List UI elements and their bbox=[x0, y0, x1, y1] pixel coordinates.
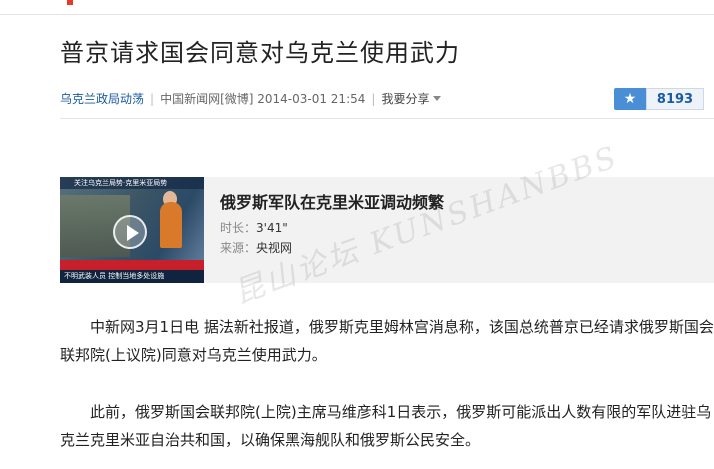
share-button[interactable]: 我要分享 bbox=[381, 92, 442, 106]
thumbnail-caption: 不明武装人员 控制当地多处设施 bbox=[60, 270, 204, 283]
share-label: 我要分享 bbox=[381, 92, 430, 106]
top-strip bbox=[0, 0, 714, 16]
play-icon[interactable] bbox=[113, 215, 147, 249]
video-title[interactable]: 俄罗斯军队在克里米亚调动频繁 bbox=[220, 189, 444, 213]
source-and-date: 中国新闻网[微博] 2014-03-01 21:54 bbox=[160, 92, 366, 106]
duration-value: 3'41" bbox=[256, 221, 288, 235]
chevron-down-icon bbox=[433, 96, 442, 101]
page-title: 普京请求国会同意对乌克兰使用武力 bbox=[60, 39, 460, 67]
video-source: 来源：央视网 bbox=[220, 239, 292, 256]
source-value: 央视网 bbox=[256, 241, 293, 255]
article-meta: 乌克兰政局动荡 | 中国新闻网[微博] 2014-03-01 21:54 | 我要分享 bbox=[60, 90, 442, 107]
meta-separator: | bbox=[150, 92, 155, 106]
article-paragraph-2: 此前，俄罗斯国会联邦院(上院)主席马维彦科1日表示，俄罗斯可能派出人数有限的军队… bbox=[60, 398, 714, 454]
duration-label: 时长： bbox=[220, 221, 257, 235]
paragraph-text: 此前，俄罗斯国会联邦院(上院)主席马维彦科1日表示，俄罗斯可能派出人数有限的军队… bbox=[60, 403, 712, 449]
comment-counter[interactable]: ★ 8193 bbox=[614, 88, 704, 110]
video-thumbnail[interactable]: 关注乌克兰局势·克里米亚局势 不明武装人员 控制当地多处设施 bbox=[60, 177, 204, 283]
article-paragraph-1: 中新网3月1日电 据法新社报道，俄罗斯克里姆林宫消息称，该国总统普京已经请求俄罗… bbox=[60, 313, 714, 369]
source-label: 来源： bbox=[220, 241, 257, 255]
meta-divider bbox=[60, 118, 714, 119]
video-duration: 时长：3'41" bbox=[220, 219, 288, 236]
thumbnail-red-bar bbox=[60, 260, 204, 270]
comment-count: 8193 bbox=[646, 88, 704, 110]
star-chat-icon: ★ bbox=[614, 88, 646, 110]
paragraph-text: 中新网3月1日电 据法新社报道，俄罗斯克里姆林宫消息称，该国总统普京已经请求俄罗… bbox=[60, 318, 714, 364]
meta-separator: | bbox=[371, 92, 376, 106]
category-link[interactable]: 乌克兰政局动荡 bbox=[60, 92, 144, 106]
thumbnail-top-caption: 关注乌克兰局势·克里米亚局势 bbox=[60, 177, 204, 189]
video-card[interactable]: 关注乌克兰局势·克里米亚局势 不明武装人员 控制当地多处设施 俄罗斯军队在克里米… bbox=[60, 177, 714, 283]
logo-fragment bbox=[67, 0, 73, 5]
header-divider bbox=[0, 14, 714, 15]
thumbnail-anchor bbox=[160, 202, 182, 248]
